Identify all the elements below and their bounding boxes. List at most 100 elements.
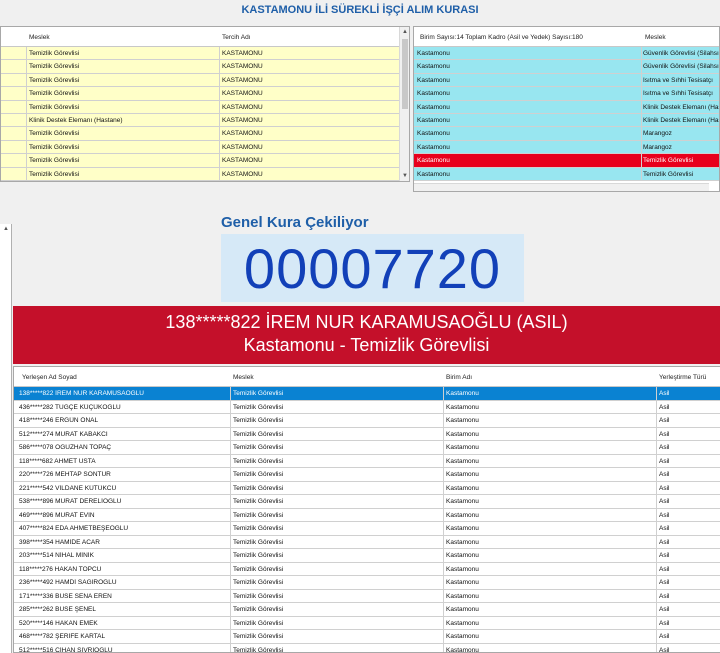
table-cell: 436*****282 TUĞÇE KÜÇÜKOĞLU [19,403,121,411]
table-cell: KASTAMONU [222,76,263,84]
col-header-units-summary[interactable]: Birim Sayısı:14 Toplam Kadro (Asil ve Ye… [420,34,583,41]
table-row[interactable]: Temizlik Görevlisi KASTAMONU [1,154,409,168]
col-header-tercih[interactable]: Tercih Adı [222,34,251,41]
side-panel[interactable]: ▲ [0,224,12,653]
table-row[interactable]: Kastamonu Klinik Destek Elemanı (Hastane) [414,113,719,128]
cell-divider [219,87,220,100]
table-row[interactable]: 221*****542 VİLDANE KÜTÜKCÜ Temizlik Göre… [14,481,720,495]
table-cell: Kastamonu [446,619,479,627]
units-grid-hscrollbar[interactable] [414,183,709,191]
table-row[interactable]: Kastamonu Marangoz [414,127,719,141]
table-row[interactable]: 236*****492 HAMDİ SAĞIROĞLU Temizlik Göre… [14,576,720,590]
table-row[interactable]: Kastamonu Marangoz [414,140,719,155]
table-cell: Kastamonu [446,633,479,640]
table-row[interactable]: 203*****514 NİHAL MİNİK Temizlik Görevlis… [14,549,720,563]
table-cell: Temizlik Görevlisi [29,90,80,98]
preferences-grid[interactable]: Meslek Tercih Adı Temizlik Görevlisi KAST… [0,26,410,182]
table-cell: Kastamonu [446,444,479,451]
table-row[interactable]: Kastamonu Temizlik Görevlisi [414,154,719,168]
table-cell: 468*****782 ŞERİFE KARTAL [19,633,106,640]
cell-divider [641,167,642,180]
table-row[interactable]: Kastamonu Güvenlik Görevlisi (Silahsız) [414,47,719,61]
table-cell: Asil [659,430,670,438]
table-cell: Kastamonu [446,484,479,492]
cell-divider [219,47,220,60]
cell-divider [230,535,231,548]
table-row[interactable]: Temizlik Görevlisi KASTAMONU [1,127,409,141]
col-header-yerlestirme[interactable]: Yerleştirme Türü [659,374,706,381]
table-row[interactable]: Temizlik Görevlisi KASTAMONU [1,60,409,74]
scroll-up-icon[interactable]: ▲ [1,226,11,236]
cell-divider [443,468,444,481]
table-cell: Kastamonu [446,565,479,573]
table-row[interactable]: Temizlik Görevlisi KASTAMONU [1,47,409,61]
table-row[interactable]: Temizlik Görevlisi KASTAMONU [1,167,409,181]
table-row[interactable]: Temizlik Görevlisi KASTAMONU [1,73,409,88]
table-cell: Klinik Destek Elemanı (Hastane) [643,103,719,111]
cell-divider [656,387,657,400]
table-row[interactable]: Temizlik Görevlisi KASTAMONU [1,140,409,155]
col-header-birim[interactable]: Birim Adı [446,374,472,381]
table-row[interactable]: 512*****274 MURAT KABAKCI Temizlik Görevl… [14,427,720,441]
table-row[interactable]: 118*****276 HAKAN TOPCU Temizlik Görevlis… [14,562,720,576]
table-row[interactable]: Temizlik Görevlisi KASTAMONU [1,100,409,114]
table-row[interactable]: 138*****822 İREM NUR KARAMUSAOĞLU Temizli… [14,387,720,401]
table-row[interactable]: Klinik Destek Elemanı (Hastane) KASTAMONU [1,113,409,128]
table-row[interactable]: 512*****516 CİHAN SIVRIOĞLU Temizlik Göre… [14,643,720,652]
table-cell: 418*****246 ERGÜN ÖNAL [19,417,99,424]
table-cell: 407*****824 EDA AHMETBEŞEOĞLU [19,525,129,532]
table-row[interactable]: 285*****262 BUSE ŞENEL Temizlik Görevlisi… [14,603,720,617]
table-row[interactable]: 118*****682 AHMET USTA Temizlik Görevlisi… [14,454,720,468]
table-cell: Temizlik Görevlisi [233,619,284,627]
table-row[interactable]: 398*****354 HAMİDE ACAR Temizlik Görevlis… [14,535,720,549]
table-row[interactable]: 469*****896 MURAT EVİN Temizlik Görevlisi… [14,508,720,522]
table-cell: Temizlik Görevlisi [233,606,284,613]
col-header-meslek[interactable]: Meslek [29,34,50,41]
table-row[interactable]: Temizlik Görevlisi KASTAMONU [1,87,409,101]
col-header-meslek[interactable]: Meslek [233,374,254,381]
col-header-ad-soyad[interactable]: Yerleşen Ad Soyad [22,374,77,381]
placed-candidates-grid[interactable]: Yerleşen Ad Soyad Meslek Birim Adı Yerle… [13,366,720,653]
table-row[interactable]: 468*****782 ŞERİFE KARTAL Temizlik Görevl… [14,630,720,644]
scroll-down-icon[interactable]: ▼ [400,171,409,181]
units-grid[interactable]: Birim Sayısı:14 Toplam Kadro (Asil ve Ye… [413,26,720,192]
col-header-meslek[interactable]: Meslek [645,34,666,41]
table-row[interactable]: 407*****824 EDA AHMETBEŞEOĞLU Temizlik Gö… [14,522,720,536]
cell-divider [230,414,231,427]
table-row[interactable]: Kastamonu Isıtma ve Sıhhi Tesisatçı [414,73,719,88]
table-row[interactable]: 220*****726 MEHTAP SONTUR Temizlik Görevl… [14,468,720,482]
cell-divider [219,140,220,154]
table-row[interactable]: 171*****336 BUSE SENA EREN Temizlik Görev… [14,589,720,603]
table-cell: KASTAMONU [222,157,263,165]
cell-divider [230,643,231,652]
cell-divider [656,589,657,602]
table-cell: 118*****276 HAKAN TOPCU [19,565,102,573]
table-row[interactable]: 586*****078 OĞUZHAN TOPAÇ Temizlik Görevl… [14,441,720,455]
table-row[interactable]: 520*****146 HAKAN EMEK Temizlik Görevlisi… [14,616,720,630]
table-row[interactable]: Kastamonu Isıtma ve Sıhhi Tesisatçı [414,87,719,101]
table-row[interactable]: Kastamonu Temizlik Görevlisi [414,167,719,181]
cell-divider [230,589,231,602]
table-cell: Kastamonu [446,430,479,438]
cell-divider [230,454,231,467]
cell-divider [230,562,231,575]
cell-divider [443,549,444,562]
table-row[interactable]: Kastamonu Güvenlik Görevlisi (Silahsız) [414,60,720,74]
table-row[interactable]: 418*****246 ERGÜN ÖNAL Temizlik Görevlisi… [14,414,720,428]
table-cell: Kastamonu [417,63,450,71]
scroll-up-icon[interactable]: ▲ [400,27,409,37]
table-cell: 586*****078 OĞUZHAN TOPAÇ [19,444,112,451]
scroll-thumb[interactable] [402,39,408,109]
table-cell: Güvenlik Görevlisi (Silahsız) [643,63,720,71]
preferences-grid-scrollbar[interactable]: ▲ ▼ [399,27,409,181]
table-cell: Kastamonu [417,170,450,178]
table-row[interactable]: 436*****282 TUĞÇE KÜÇÜKOĞLU Temizlik Göre… [14,400,720,414]
cell-divider [641,87,642,100]
draw-number: 00007720 [243,236,502,300]
table-row[interactable]: Kastamonu Klinik Destek Elemanı (Hastane) [414,100,719,114]
table-cell: Temizlik Görevlisi [233,403,284,411]
cell-divider [641,47,642,60]
cell-divider [230,508,231,521]
table-row[interactable]: 538*****896 MURAT DERELİOĞLU Temizlik Gör… [14,495,720,509]
table-cell: Kastamonu [446,457,479,465]
